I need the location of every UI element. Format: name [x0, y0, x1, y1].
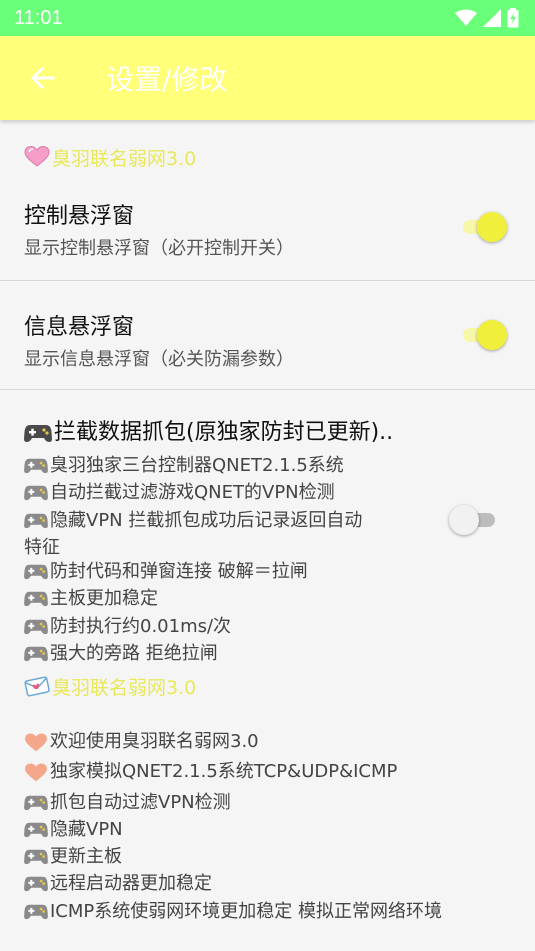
summary-line: 强大的旁路 拒绝拉闸 — [24, 642, 424, 669]
summary-line: 防封执行约0.01ms/次 — [24, 615, 424, 642]
summary-line: ICMP系统使弱网环境更加稳定 模拟正常网络环境 — [24, 900, 511, 927]
status-time: 11:01 — [14, 6, 63, 29]
heart-icon — [24, 146, 50, 168]
pref-title: 拦截数据抓包(原独家防封已更新).. — [54, 420, 394, 445]
envelope-icon — [24, 675, 50, 697]
gamepad-icon — [24, 484, 48, 508]
summary-line: 远程启动器更加稳定 — [24, 872, 511, 899]
app-toolbar: 设置/修改 — [0, 36, 535, 120]
control-float-switch[interactable] — [461, 212, 507, 242]
heart-icon — [24, 733, 48, 760]
summary-text: 臭羽独家三台控制器QNET2.1.5系统 — [50, 455, 344, 476]
gamepad-icon — [24, 645, 48, 669]
status-icons — [455, 8, 519, 28]
summary-text: 独家模拟QNET2.1.5系统TCP&UDP&ICMP — [50, 761, 398, 783]
summary-line: 臭羽独家三台控制器QNET2.1.5系统 — [24, 454, 424, 481]
summary-line: 隐藏VPN — [24, 818, 511, 845]
pref-summary: 显示控制悬浮窗（必开控制开关） — [24, 238, 294, 259]
category-title: 臭羽联名弱网3.0 — [52, 147, 197, 170]
summary-text: 特征 — [24, 536, 60, 558]
signal-icon — [483, 9, 501, 27]
summary-line: 主板更加稳定 — [24, 587, 424, 614]
info-lines: 欢迎使用臭羽联名弱网3.0 独家模拟QNET2.1.5系统TCP&UDP&ICMP… — [0, 710, 535, 927]
summary-line: 自动拦截过滤游戏QNET的VPN检测 — [24, 481, 424, 508]
pref-summary: 显示信息悬浮窗（必关防漏参数） — [24, 349, 294, 370]
pref-title: 控制悬浮窗 — [24, 204, 135, 229]
gamepad-icon — [24, 875, 48, 899]
gamepad-icon — [24, 618, 48, 642]
pref-intercept-capture[interactable]: 拦截数据抓包(原独家防封已更新).. 臭羽独家三台控制器QNET2.1.5系统自… — [0, 390, 535, 664]
heart-icon — [24, 763, 48, 790]
summary-text: 强大的旁路 拒绝拉闸 — [50, 643, 218, 665]
summary-line: 特征 — [24, 536, 424, 560]
gamepad-icon — [24, 903, 48, 927]
summary-line: 独家模拟QNET2.1.5系统TCP&UDP&ICMP — [24, 760, 511, 790]
preferences-list: 臭羽联名弱网3.0 控制悬浮窗 显示控制悬浮窗（必开控制开关） 信息悬浮窗 显示… — [0, 120, 535, 927]
summary-text: 欢迎使用臭羽联名弱网3.0 — [50, 731, 259, 752]
summary-text: ICMP系统使弱网环境更加稳定 模拟正常网络环境 — [50, 900, 442, 922]
summary-text: 主板更加稳定 — [50, 588, 158, 610]
pref-info-float[interactable]: 信息悬浮窗 显示信息悬浮窗（必关防漏参数） — [0, 281, 535, 389]
gamepad-icon — [24, 512, 48, 536]
summary-line: 隐藏VPN 拦截抓包成功后记录返回自动 — [24, 509, 424, 536]
summary-line: 防封代码和弹窗连接 破解＝拉闸 — [24, 560, 424, 587]
gamepad-icon — [24, 590, 48, 614]
summary-text: 防封代码和弹窗连接 破解＝拉闸 — [50, 561, 308, 583]
summary-text: 远程启动器更加稳定 — [50, 873, 212, 895]
gamepad-icon — [24, 794, 48, 818]
page-title: 设置/修改 — [106, 63, 228, 96]
back-button[interactable] — [22, 58, 62, 98]
gamepad-icon — [24, 457, 48, 481]
summary-text: 隐藏VPN 拦截抓包成功后记录返回自动 — [50, 509, 363, 531]
summary-text: 自动拦截过滤游戏QNET的VPN检测 — [50, 482, 335, 504]
summary-text: 防封执行约0.01ms/次 — [50, 615, 232, 637]
pref-title: 信息悬浮窗 — [24, 315, 135, 340]
summary-text: 隐藏VPN — [50, 818, 123, 840]
gamepad-icon — [24, 563, 48, 587]
pref-title-row: 拦截数据抓包(原独家防封已更新).. — [24, 418, 511, 452]
pref-control-float[interactable]: 控制悬浮窗 显示控制悬浮窗（必开控制开关） — [0, 194, 535, 280]
info-float-switch[interactable] — [461, 320, 507, 350]
summary-text: 抓包自动过滤VPN检测 — [50, 791, 231, 813]
status-bar: 11:01 — [0, 0, 535, 36]
gamepad-icon — [24, 848, 48, 872]
arrow-left-icon — [30, 66, 55, 90]
intercept-capture-switch[interactable] — [449, 505, 495, 535]
category-header: 臭羽联名弱网3.0 — [0, 120, 535, 194]
pref-summary-lines: 臭羽独家三台控制器QNET2.1.5系统 自动拦截过滤游戏QNET的VPN检测隐藏… — [24, 454, 424, 669]
summary-line: 更新主板 — [24, 845, 511, 872]
category-title: 臭羽联名弱网3.0 — [52, 676, 197, 699]
summary-line: 欢迎使用臭羽联名弱网3.0 — [24, 730, 511, 760]
gamepad-icon — [24, 821, 48, 845]
battery-icon — [507, 8, 519, 28]
gamepad-icon — [24, 422, 52, 452]
wifi-icon — [455, 9, 477, 26]
summary-text: 更新主板 — [50, 846, 122, 868]
summary-line: 抓包自动过滤VPN检测 — [24, 791, 511, 818]
